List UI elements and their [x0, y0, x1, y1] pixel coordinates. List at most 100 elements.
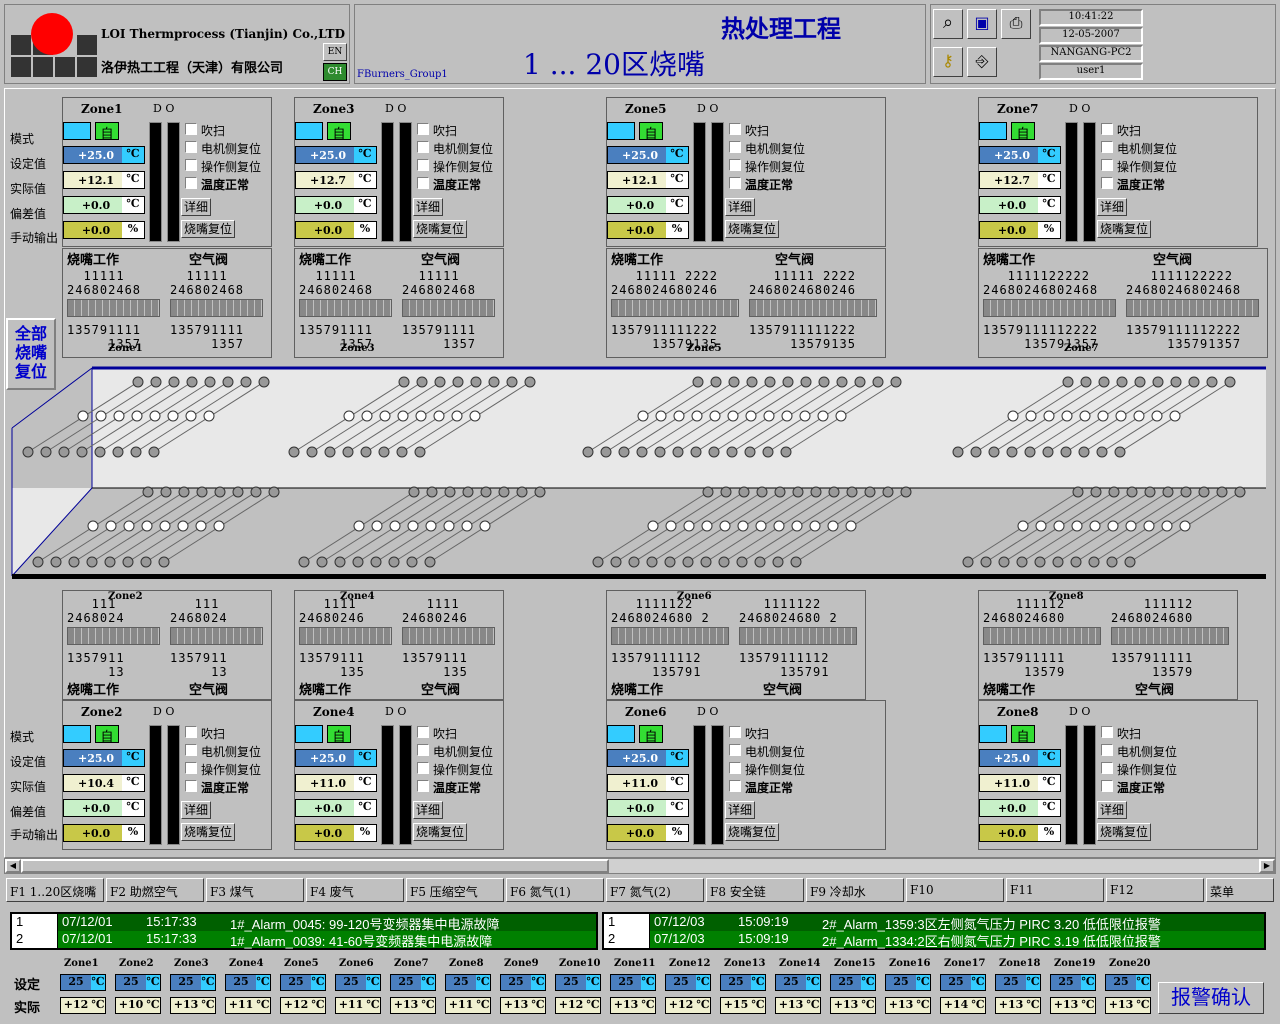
burner-node[interactable]: [810, 486, 822, 498]
burner-node[interactable]: [654, 446, 666, 458]
burner-node[interactable]: [1116, 376, 1128, 388]
burner-node[interactable]: [682, 556, 694, 568]
burner-node[interactable]: [516, 486, 528, 498]
burner-node[interactable]: [240, 376, 252, 388]
burner-node[interactable]: [1072, 486, 1084, 498]
burner-node[interactable]: [718, 556, 730, 568]
horizontal-scrollbar[interactable]: ◀ ▶: [4, 858, 1276, 874]
burner-node[interactable]: [178, 486, 190, 498]
burner-node[interactable]: [1089, 520, 1101, 532]
manual-output-value[interactable]: +0.0%: [979, 221, 1061, 239]
burner-node[interactable]: [692, 376, 704, 388]
detail-button[interactable]: 详细: [725, 198, 756, 216]
burner-node[interactable]: [426, 486, 438, 498]
burner-node[interactable]: [76, 446, 88, 458]
burner-node[interactable]: [582, 446, 594, 458]
burner-node[interactable]: [77, 410, 89, 422]
burner-node[interactable]: [1088, 556, 1100, 568]
burner-node[interactable]: [1206, 376, 1218, 388]
burner-node[interactable]: [288, 446, 300, 458]
purge-checkbox[interactable]: [185, 123, 197, 135]
scroll-left-icon[interactable]: ◀: [5, 859, 21, 873]
burner-node[interactable]: [1216, 486, 1228, 498]
function-key-5[interactable]: F5 压缩空气: [406, 878, 504, 902]
burner-node[interactable]: [1090, 486, 1102, 498]
burner-node[interactable]: [1017, 520, 1029, 532]
burner-node[interactable]: [1007, 410, 1019, 422]
burner-node[interactable]: [388, 556, 400, 568]
purge-checkbox[interactable]: [417, 726, 429, 738]
burner-node[interactable]: [371, 520, 383, 532]
burner-node[interactable]: [672, 446, 684, 458]
burner-node[interactable]: [434, 376, 446, 388]
burner-node[interactable]: [1025, 410, 1037, 422]
burner-node[interactable]: [524, 376, 536, 388]
burner-node[interactable]: [185, 410, 197, 422]
function-key-10[interactable]: F10: [906, 878, 1004, 902]
burner-node[interactable]: [988, 446, 1000, 458]
burner-node[interactable]: [1097, 410, 1109, 422]
motor-reset-checkbox[interactable]: [729, 141, 741, 153]
burner-node[interactable]: [424, 556, 436, 568]
burner-node[interactable]: [708, 446, 720, 458]
burner-node[interactable]: [628, 556, 640, 568]
burner-node[interactable]: [818, 376, 830, 388]
burner-node[interactable]: [343, 410, 355, 422]
purge-checkbox[interactable]: [729, 123, 741, 135]
manual-output-value[interactable]: +0.0%: [63, 824, 145, 842]
burner-node[interactable]: [835, 410, 847, 422]
burner-node[interactable]: [782, 376, 794, 388]
burner-node[interactable]: [379, 410, 391, 422]
burner-node[interactable]: [159, 520, 171, 532]
burner-node[interactable]: [1126, 486, 1138, 498]
burner-node[interactable]: [268, 486, 280, 498]
burner-node[interactable]: [58, 446, 70, 458]
function-key-4[interactable]: F4 废气: [306, 878, 404, 902]
function-key-7[interactable]: F7 氮气(2): [606, 878, 704, 902]
burner-node[interactable]: [113, 410, 125, 422]
burner-node[interactable]: [1180, 486, 1192, 498]
burner-node[interactable]: [828, 486, 840, 498]
burner-node[interactable]: [324, 446, 336, 458]
purge-checkbox[interactable]: [1101, 123, 1113, 135]
burner-node[interactable]: [1170, 376, 1182, 388]
burner-node[interactable]: [1061, 410, 1073, 422]
burner-node[interactable]: [370, 556, 382, 568]
burner-node[interactable]: [998, 556, 1010, 568]
burner-node[interactable]: [728, 376, 740, 388]
burner-node[interactable]: [673, 410, 685, 422]
burner-node[interactable]: [461, 520, 473, 532]
auto-mode-button[interactable]: 自: [327, 725, 351, 745]
alarm-row[interactable]: 1 07/12/01 15:17:33 1#_Alarm_0045: 99-120号变…: [12, 914, 596, 932]
detail-button[interactable]: 详细: [725, 801, 756, 819]
burner-node[interactable]: [774, 486, 786, 498]
auto-mode-button[interactable]: 自: [639, 122, 663, 142]
temp-ok-checkbox[interactable]: [1101, 780, 1113, 792]
burner-node[interactable]: [415, 410, 427, 422]
lang-cn-button[interactable]: CH: [323, 63, 347, 81]
burner-node[interactable]: [744, 446, 756, 458]
burner-node[interactable]: [780, 446, 792, 458]
temp-ok-checkbox[interactable]: [185, 780, 197, 792]
detail-button[interactable]: 详细: [413, 801, 444, 819]
purge-checkbox[interactable]: [185, 726, 197, 738]
burner-node[interactable]: [398, 376, 410, 388]
manual-output-value[interactable]: +0.0%: [607, 221, 689, 239]
burner-node[interactable]: [864, 486, 876, 498]
burner-node[interactable]: [1060, 446, 1072, 458]
burner-node[interactable]: [222, 376, 234, 388]
burner-node[interactable]: [167, 410, 179, 422]
burner-node[interactable]: [736, 556, 748, 568]
burner-node[interactable]: [186, 376, 198, 388]
burner-node[interactable]: [755, 520, 767, 532]
burner-node[interactable]: [433, 410, 445, 422]
burner-node[interactable]: [636, 446, 648, 458]
burner-node[interactable]: [700, 556, 712, 568]
detail-button[interactable]: 详细: [181, 801, 212, 819]
function-key-11[interactable]: F11: [1006, 878, 1104, 902]
burner-node[interactable]: [1053, 520, 1065, 532]
alarm-row[interactable]: 2 07/12/03 15:09:19 2#_Alarm_1334:2区右侧氮气压力 …: [604, 931, 1264, 949]
function-key-6[interactable]: F6 氮气(1): [506, 878, 604, 902]
burner-node[interactable]: [177, 520, 189, 532]
burner-node[interactable]: [1133, 410, 1145, 422]
